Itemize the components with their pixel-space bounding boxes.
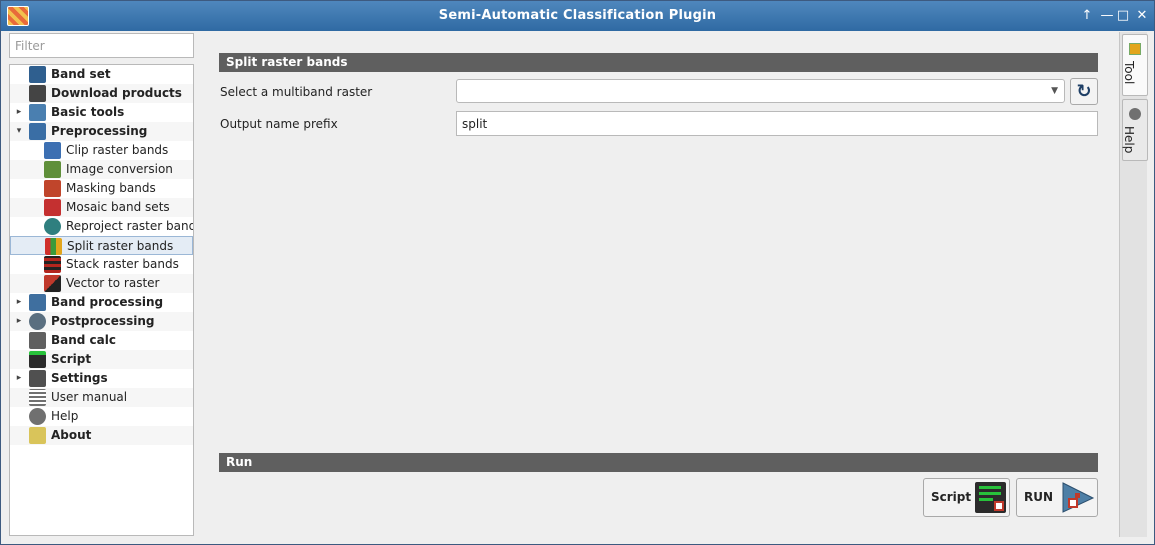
tree-item-split-raster-bands[interactable]: Split raster bands: [10, 236, 193, 255]
tab-help[interactable]: Help: [1122, 99, 1148, 161]
tree-item-band-processing[interactable]: ▸ Band processing: [10, 293, 193, 312]
tree-item-vector-to-raster[interactable]: Vector to raster: [10, 274, 193, 293]
tree-item-about[interactable]: About: [10, 426, 193, 445]
tree-item-masking-bands[interactable]: Masking bands: [10, 179, 193, 198]
tree-item-mosaic-band-sets[interactable]: Mosaic band sets: [10, 198, 193, 217]
band-set-icon: [29, 66, 46, 83]
tree-item-image-conversion[interactable]: Image conversion: [10, 160, 193, 179]
tree-item-download-products[interactable]: Download products: [10, 84, 193, 103]
tree-item-basic-tools[interactable]: ▸ Basic tools: [10, 103, 193, 122]
chevron-down-icon: ▼: [1051, 86, 1058, 96]
collapse-arrow-icon[interactable]: ▾: [14, 122, 24, 141]
image-conversion-icon: [44, 161, 61, 178]
tree-item-preprocessing[interactable]: ▾ Preprocessing: [10, 122, 193, 141]
tree-item-stack-raster-bands[interactable]: Stack raster bands: [10, 255, 193, 274]
user-manual-icon: [29, 389, 46, 406]
basic-tools-icon: [29, 104, 46, 121]
script-icon: [975, 482, 1006, 513]
expand-arrow-icon[interactable]: ▸: [14, 293, 24, 312]
script-button[interactable]: Script: [923, 478, 1010, 517]
clip-icon: [44, 142, 61, 159]
tree-item-help[interactable]: Help: [10, 407, 193, 426]
split-raster-bands-header: Split raster bands: [219, 53, 1098, 72]
keep-above-button[interactable]: ↑: [1078, 7, 1096, 25]
help-tab-icon: [1129, 108, 1141, 120]
tree-item-user-manual[interactable]: User manual: [10, 388, 193, 407]
expand-arrow-icon[interactable]: ▸: [14, 369, 24, 388]
tool-tree: Band set Download products ▸ Basic tools…: [9, 64, 194, 536]
reproject-icon: [44, 218, 61, 235]
split-icon: [45, 238, 62, 255]
expand-arrow-icon[interactable]: ▸: [14, 103, 24, 122]
title-bar[interactable]: Semi-Automatic Classification Plugin ↑ —…: [1, 1, 1154, 31]
plugin-window: Semi-Automatic Classification Plugin ↑ —…: [0, 0, 1155, 545]
tree-item-band-calc[interactable]: Band calc: [10, 331, 193, 350]
output-prefix-input[interactable]: [456, 111, 1098, 136]
help-icon: [29, 408, 46, 425]
run-icon: [1062, 482, 1095, 513]
raster-select-label: Select a multiband raster: [220, 85, 373, 99]
refresh-button[interactable]: ↻: [1070, 78, 1098, 105]
window-title: Semi-Automatic Classification Plugin: [438, 8, 717, 23]
refresh-icon: ↻: [1076, 81, 1092, 102]
mosaic-icon: [44, 199, 61, 216]
multiband-raster-select[interactable]: ▼: [456, 79, 1065, 103]
tree-item-postprocessing[interactable]: ▸ Postprocessing: [10, 312, 193, 331]
filter-input[interactable]: [9, 33, 194, 58]
output-prefix-label: Output name prefix: [220, 117, 338, 131]
download-icon: [29, 85, 46, 102]
script-icon: [29, 351, 46, 368]
tree-item-settings[interactable]: ▸ Settings: [10, 369, 193, 388]
tab-tool[interactable]: Tool: [1122, 34, 1148, 96]
preprocessing-icon: [29, 123, 46, 140]
masking-icon: [44, 180, 61, 197]
expand-arrow-icon[interactable]: ▸: [14, 312, 24, 331]
about-icon: [29, 427, 46, 444]
vector-to-raster-icon: [44, 275, 61, 292]
run-button[interactable]: RUN: [1016, 478, 1098, 517]
tree-item-clip-raster-bands[interactable]: Clip raster bands: [10, 141, 193, 160]
dock-tab-bar: Tool Help: [1119, 32, 1148, 537]
band-processing-icon: [29, 294, 46, 311]
tree-item-band-set[interactable]: Band set: [10, 65, 193, 84]
stack-icon: [44, 256, 61, 273]
postprocessing-icon: [29, 313, 46, 330]
close-button[interactable]: ✕: [1133, 7, 1151, 25]
settings-icon: [29, 370, 46, 387]
tool-tab-icon: [1129, 43, 1141, 55]
maximize-button[interactable]: □: [1114, 7, 1132, 25]
tree-item-reproject-raster-bands[interactable]: Reproject raster bands: [10, 217, 193, 236]
band-calc-icon: [29, 332, 46, 349]
run-section-header: Run: [219, 453, 1098, 472]
tree-item-script[interactable]: Script: [10, 350, 193, 369]
